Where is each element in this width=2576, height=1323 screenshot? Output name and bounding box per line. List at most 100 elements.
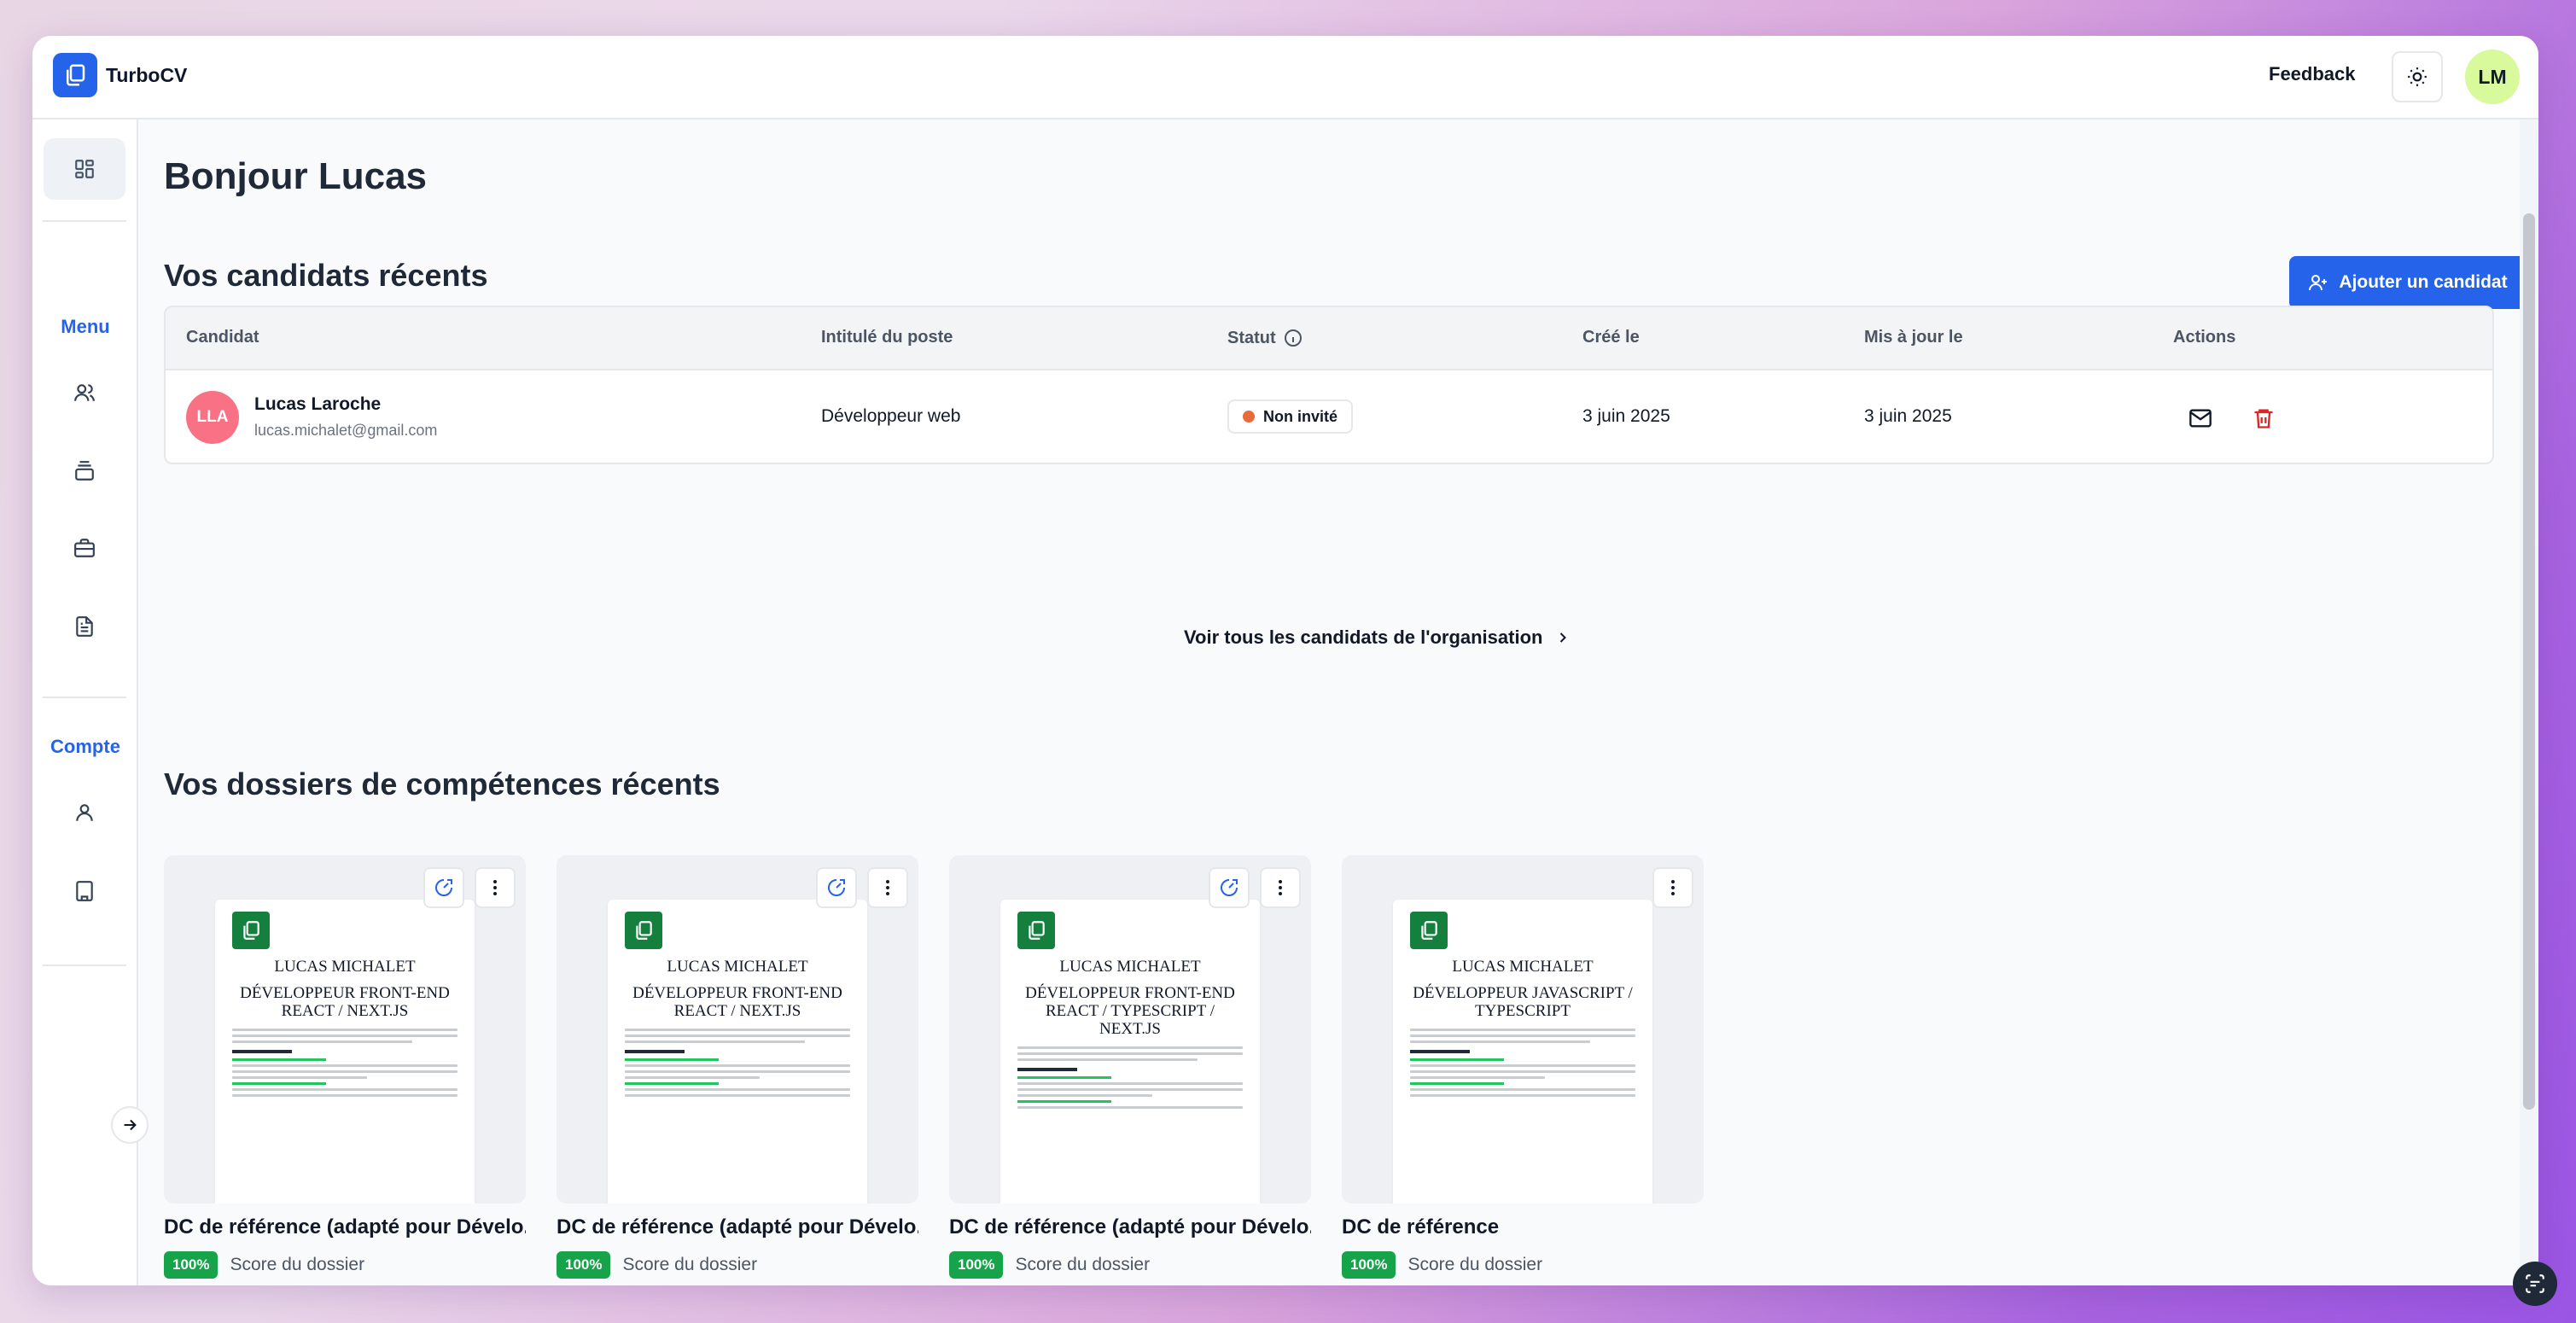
sidebar-item-profile[interactable] [44,782,125,843]
score-badge: 100% [557,1251,611,1279]
sidebar-divider [43,696,126,698]
score-label: Score du dossier [1407,1255,1543,1274]
score-row: 100% Score du dossier [164,1251,526,1279]
trash-icon [2254,409,2273,428]
doc-text-lines [1410,1029,1635,1097]
doc-text-lines [1017,1046,1243,1109]
users-icon [74,384,95,401]
sidebar-item-dashboard[interactable] [44,138,125,200]
see-all-candidates-link[interactable]: Voir tous les candidats de l'organisatio… [1184,627,1571,649]
dossier-title[interactable]: DC de référence (adapté pour Dévelo... [949,1215,1311,1239]
table-row[interactable]: LLA Lucas Laroche lucas.michalet@gmail.c… [166,370,2492,463]
sidebar-menu-label: Menu [61,316,110,337]
more-options-button[interactable] [1652,867,1693,908]
logo-icon [53,53,97,97]
status-text: Non invité [1263,407,1338,425]
dossiers-section-title: Vos dossiers de compétences récents [164,766,720,801]
column-header-created: Créé le [1582,328,1640,347]
doc-logo-icon [1017,912,1055,949]
dossier-title[interactable]: DC de référence [1342,1215,1704,1239]
score-button[interactable] [423,867,464,908]
score-label: Score du dossier [1015,1255,1151,1274]
dashboard-icon [75,160,94,178]
sidebar-divider [43,220,126,222]
score-label: Score du dossier [622,1255,758,1274]
dossier-card[interactable]: LUCAS MICHALET DÉVELOPPEUR FRONT-END REA… [949,855,1311,1285]
score-badge: 100% [1342,1251,1396,1279]
sidebar-item-jobs[interactable] [44,517,125,579]
more-vertical-icon [1671,880,1675,895]
dossier-thumbnail[interactable]: LUCAS MICHALET DÉVELOPPEUR FRONT-END REA… [949,855,1311,1204]
more-options-button[interactable] [475,867,516,908]
sidebar-item-dossiers[interactable] [44,440,125,502]
candidate-avatar: LLA [186,391,239,444]
document-icon [76,616,93,637]
score-row: 100% Score du dossier [1342,1251,1704,1279]
app-name: TurboCV [106,63,188,86]
doc-title-role: DÉVELOPPEUR JAVASCRIPT / TYPESCRIPT [1413,984,1633,1020]
column-header-candidate: Candidat [186,328,259,347]
doc-text-lines [232,1029,458,1097]
app-logo[interactable]: TurboCV [53,53,187,97]
dossier-title[interactable]: DC de référence (adapté pour Dévelo... [164,1215,526,1239]
sidebar-item-organization[interactable] [44,860,125,922]
score-row: 100% Score du dossier [557,1251,918,1279]
candidate-name[interactable]: Lucas Laroche [254,394,381,415]
user-plus-icon [2309,275,2328,291]
feedback-link[interactable]: Feedback [2269,63,2356,85]
scrollbar-thumb[interactable] [2523,213,2535,1110]
score-button[interactable] [816,867,857,908]
doc-logo-icon [232,912,270,949]
dossier-thumbnail[interactable]: LUCAS MICHALET DÉVELOPPEUR FRONT-END REA… [557,855,918,1204]
sidebar-item-candidates[interactable] [44,362,125,423]
dossier-card[interactable]: LUCAS MICHALET DÉVELOPPEUR FRONT-END REA… [557,855,918,1285]
doc-title-name: LUCAS MICHALET [667,958,808,976]
more-vertical-icon [886,880,889,895]
column-header-actions: Actions [2173,328,2236,347]
user-avatar[interactable]: LM [2465,50,2520,104]
briefcase-icon [74,539,95,557]
doc-title-name: LUCAS MICHALET [1059,958,1201,976]
status-header-label: Statut [1227,328,1276,347]
score-badge: 100% [949,1251,1004,1279]
dossier-thumbnail[interactable]: LUCAS MICHALET DÉVELOPPEUR JAVASCRIPT / … [1342,855,1704,1204]
dossier-card[interactable]: LUCAS MICHALET DÉVELOPPEUR FRONT-END REA… [164,855,526,1285]
sidebar-divider [43,965,126,966]
table-header: Candidat Intitulé du poste Statut Créé l… [166,307,2492,370]
page-greeting: Bonjour Lucas [164,155,428,197]
doc-logo-icon [625,912,662,949]
screenshot-tool-button[interactable] [2513,1262,2557,1306]
delete-candidate-button[interactable] [2248,403,2279,434]
dossier-preview: LUCAS MICHALET DÉVELOPPEUR JAVASCRIPT / … [1393,900,1652,1204]
doc-title-name: LUCAS MICHALET [1452,958,1594,976]
main-content: Bonjour Lucas Vos candidats récents Ajou… [138,119,2538,1285]
mail-icon [2189,409,2212,428]
user-icon [76,804,93,821]
theme-toggle-button[interactable] [2392,51,2443,102]
info-icon[interactable] [1283,328,1303,348]
candidate-job: Développeur web [821,406,961,426]
building-icon [76,881,93,901]
more-vertical-icon [493,880,497,895]
dossier-thumbnail[interactable]: LUCAS MICHALET DÉVELOPPEUR FRONT-END REA… [164,855,526,1204]
status-dot [1243,411,1255,423]
sun-icon [2408,67,2427,86]
app-window: TurboCV Feedback LM Menu Compte Bonjour … [32,36,2538,1285]
dossier-title[interactable]: DC de référence (adapté pour Dévelo... [557,1215,918,1239]
gauge-icon [1221,879,1238,896]
doc-title-name: LUCAS MICHALET [274,958,416,976]
score-label: Score du dossier [230,1255,365,1274]
add-candidate-label: Ajouter un candidat [2339,272,2508,292]
gauge-icon [828,879,845,896]
candidate-updated: 3 juin 2025 [1864,406,1952,426]
score-button[interactable] [1209,867,1250,908]
dossier-card[interactable]: LUCAS MICHALET DÉVELOPPEUR JAVASCRIPT / … [1342,855,1704,1285]
add-candidate-button[interactable]: Ajouter un candidat [2289,256,2526,309]
chevron-right-icon [1560,632,1567,643]
more-options-button[interactable] [1260,867,1301,908]
more-options-button[interactable] [867,867,908,908]
sidebar-item-documents[interactable] [44,596,125,657]
send-email-button[interactable] [2185,403,2216,434]
scrollbar[interactable] [2520,119,2538,1285]
scan-icon [2526,1274,2544,1293]
